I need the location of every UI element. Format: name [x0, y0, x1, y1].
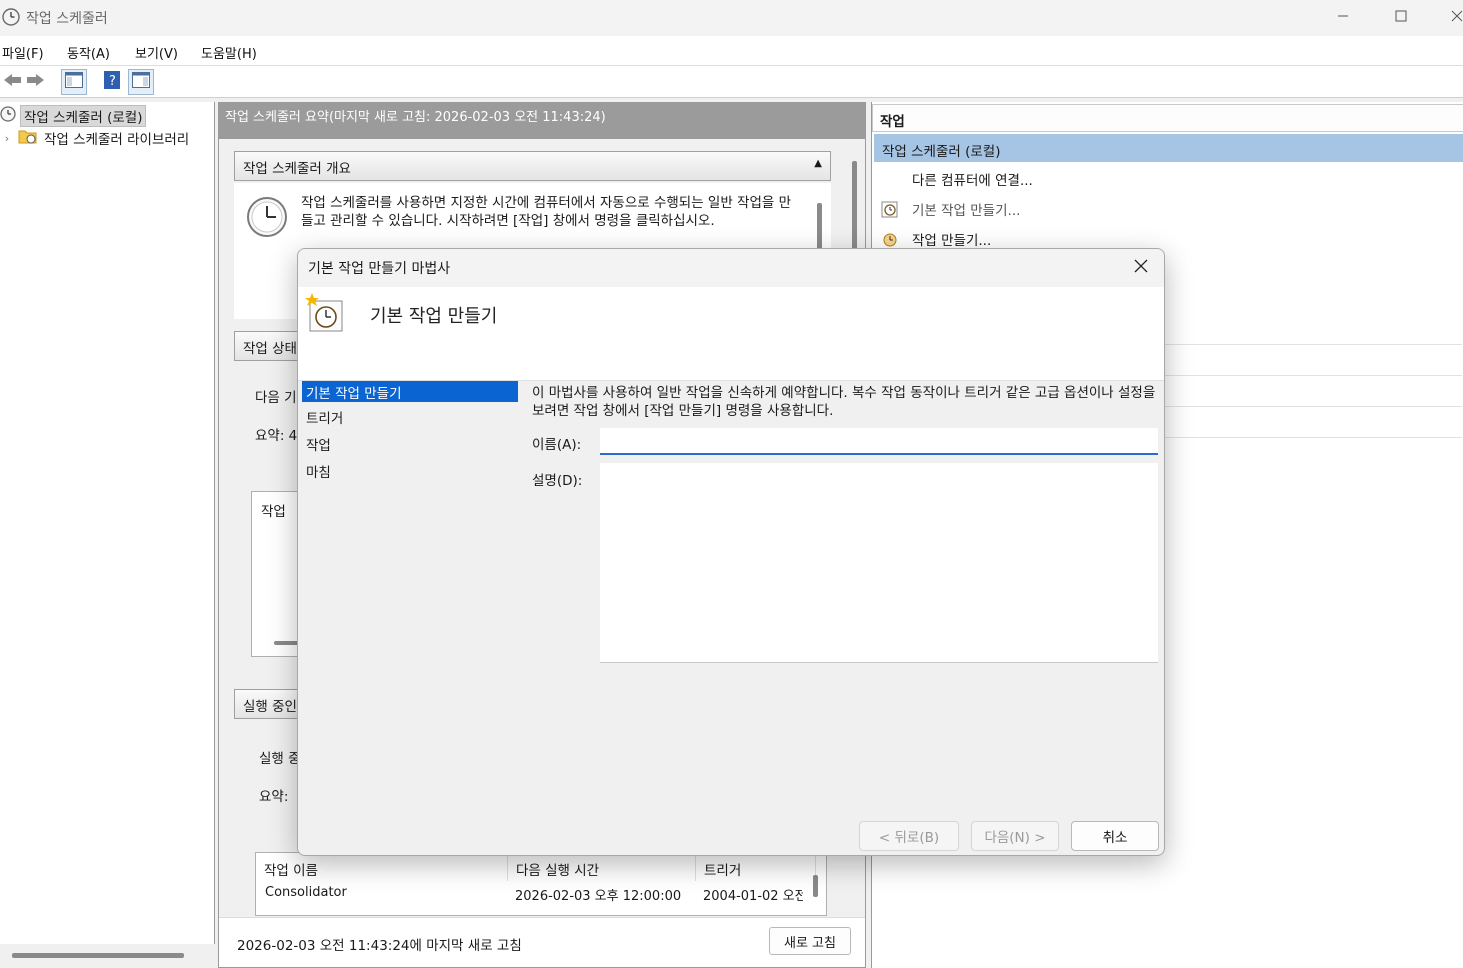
minimize-button[interactable] — [1320, 0, 1366, 36]
action-create-basic-task[interactable]: 기본 작업 만들기... — [880, 196, 1020, 222]
column-header-trigger[interactable]: 트리거 — [696, 853, 816, 881]
help-icon: ? — [104, 71, 120, 93]
status-section-title: 작업 상태 — [243, 341, 297, 357]
window-title: 작업 스케줄러 — [26, 11, 108, 27]
column-header-task-name[interactable]: 작업 이름 — [256, 853, 508, 881]
action-connect-another-computer[interactable]: 다른 컴퓨터에 연결... — [880, 166, 1033, 192]
show-hide-action-pane-button[interactable] — [128, 69, 154, 95]
summary-vertical-scrollbar[interactable] — [852, 161, 857, 256]
divider — [1162, 406, 1462, 407]
actions-group-header[interactable]: 작업 스케줄러 (로컬) — [874, 134, 1463, 162]
show-hide-console-tree-icon — [65, 72, 83, 92]
toolbar: ? — [0, 66, 1463, 98]
divider — [1162, 437, 1462, 438]
basic-task-icon — [880, 199, 900, 219]
last-refresh-text: 2026-02-03 오전 11:43:24에 마지막 새로 고침 — [237, 938, 522, 954]
tree-item-task-scheduler-library[interactable]: › 작업 스케줄러 라이브러리 — [0, 127, 189, 149]
cell-next-run: 2026-02-03 오후 12:00:00 — [515, 889, 682, 904]
tree-item-task-scheduler-local[interactable]: 작업 스케줄러 (로컬) — [0, 105, 147, 127]
overview-section-title: 작업 스케줄러 개요 — [243, 161, 351, 177]
scrollbar-thumb[interactable] — [12, 953, 184, 958]
action-label: 작업 만들기... — [912, 233, 992, 249]
active-summary-label: 요약: — [259, 789, 289, 805]
status-task-list-header: 작업 — [261, 504, 286, 520]
tree-item-label: 작업 스케줄러 라이브러리 — [44, 132, 190, 148]
description-label: 설명(D): — [532, 473, 583, 489]
back-button[interactable]: < 뒤로(B) — [859, 821, 959, 851]
name-input[interactable] — [600, 428, 1158, 455]
tree-horizontal-scrollbar[interactable] — [0, 944, 215, 968]
close-icon — [1134, 259, 1148, 277]
back-arrow-icon — [4, 73, 22, 91]
active-tasks-section-title: 실행 중인 — [243, 699, 297, 715]
refresh-button[interactable]: 새로 고침 — [769, 927, 851, 955]
cell-trigger: 2004-01-02 오전 — [703, 889, 803, 904]
action-label: 다른 컴퓨터에 연결... — [912, 173, 1033, 189]
window-titlebar: 작업 스케줄러 — [0, 0, 1463, 36]
actions-header: 작업 — [872, 104, 1463, 132]
overview-section-header[interactable]: 작업 스케줄러 개요 ▲ — [234, 151, 831, 181]
wizard-step-trigger[interactable]: 트리거 — [302, 406, 518, 427]
cell-task-name: Consolidator — [265, 885, 347, 900]
overview-scrollbar[interactable] — [817, 203, 822, 253]
dialog-close-button[interactable] — [1126, 255, 1156, 281]
show-hide-action-pane-icon — [132, 72, 150, 92]
svg-text:?: ? — [109, 74, 116, 89]
status-summary-label: 요약: 4 — [255, 428, 298, 444]
close-button[interactable] — [1436, 0, 1463, 36]
next-button[interactable]: 다음(N) > — [971, 821, 1059, 851]
console-tree: 작업 스케줄러 (로컬) › 작업 스케줄러 라이브러리 — [0, 102, 215, 968]
tree-item-label: 작업 스케줄러 (로컬) — [20, 105, 147, 127]
forward-button[interactable] — [22, 69, 48, 95]
menu-bar: 파일(F) 동작(A) 보기(V) 도움말(H) — [0, 36, 1463, 66]
help-button[interactable]: ? — [99, 69, 125, 95]
forward-arrow-icon — [26, 73, 44, 91]
active-tasks-table: 작업 이름 다음 실행 시간 트리거 Consolidator 2026-02-… — [255, 852, 827, 916]
dialog-heading: 기본 작업 만들기 — [370, 306, 498, 327]
overview-text: 작업 스케줄러를 사용하면 지정한 시간에 컴퓨터에서 자동으로 수행되는 일반… — [301, 195, 792, 229]
menu-action[interactable]: 동작(A) — [67, 43, 110, 62]
action-label: 기본 작업 만들기... — [912, 203, 1021, 219]
clock-icon — [0, 106, 16, 126]
collapse-caret-icon: ▲ — [814, 158, 822, 169]
name-label: 이름(A): — [532, 437, 582, 453]
task-scheduler-clock-icon — [2, 8, 20, 26]
active-run-label: 실행 중 — [259, 751, 301, 767]
clock-icon — [246, 196, 288, 242]
menu-view[interactable]: 보기(V) — [135, 43, 178, 62]
close-icon — [1451, 10, 1463, 26]
maximize-button[interactable] — [1378, 0, 1424, 36]
minimize-icon — [1337, 10, 1349, 26]
wizard-task-icon — [304, 293, 346, 339]
menu-file[interactable]: 파일(F) — [2, 43, 44, 62]
divider — [1162, 375, 1462, 376]
column-header-next-run[interactable]: 다음 실행 시간 — [508, 853, 696, 881]
status-next-label: 다음 기 — [255, 390, 297, 406]
dialog-title: 기본 작업 만들기 마법사 — [308, 261, 451, 277]
divider — [1162, 344, 1462, 345]
wizard-step-create-basic-task[interactable]: 기본 작업 만들기 — [302, 381, 518, 402]
cancel-button[interactable]: 취소 — [1071, 821, 1159, 851]
table-scrollbar[interactable] — [813, 875, 818, 897]
dialog-titlebar: 기본 작업 만들기 마법사 — [298, 249, 1164, 287]
create-task-icon — [880, 229, 900, 249]
create-basic-task-wizard-dialog: 기본 작업 만들기 마법사 기본 작업 만들기 기본 작업 만들기 트리거 작업… — [297, 248, 1165, 856]
summary-footer: 2026-02-03 오전 11:43:24에 마지막 새로 고침 새로 고침 — [219, 917, 865, 967]
wizard-step-action[interactable]: 작업 — [302, 433, 518, 454]
description-input[interactable] — [600, 463, 1158, 663]
dialog-header: 기본 작업 만들기 — [298, 287, 1164, 381]
wizard-step-finish[interactable]: 마침 — [302, 460, 518, 481]
summary-header: 작업 스케줄러 요약(마지막 새로 고침: 2026-02-03 오전 11:4… — [219, 103, 865, 139]
folder-clock-icon — [18, 128, 38, 148]
maximize-icon — [1395, 10, 1407, 26]
chevron-right-icon: › — [4, 131, 10, 145]
menu-help[interactable]: 도움말(H) — [201, 43, 257, 62]
show-hide-console-tree-button[interactable] — [61, 69, 87, 95]
wizard-description: 이 마법사를 사용하여 일반 작업을 신속하게 예약합니다. 복수 작업 동작이… — [532, 385, 1156, 419]
